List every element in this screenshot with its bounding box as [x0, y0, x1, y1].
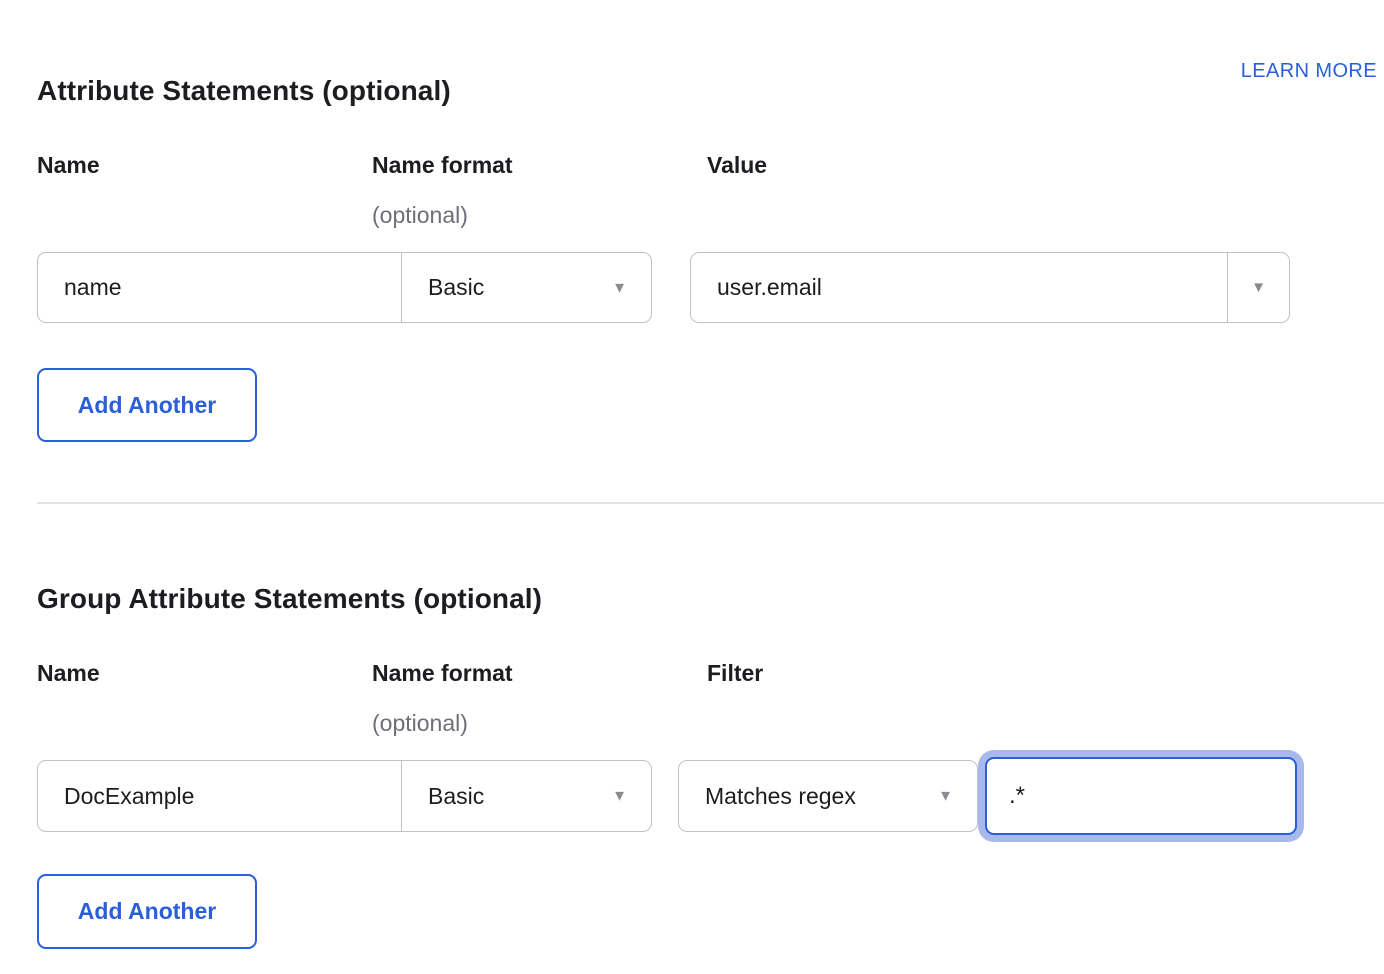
column-header-name-format-note: (optional)	[372, 202, 468, 229]
section-divider	[37, 502, 1384, 504]
learn-more-link[interactable]: LEARN MORE	[1241, 60, 1377, 83]
attribute-name-and-format-group: Basic ▼	[37, 252, 652, 323]
saml-attribute-settings-page: Attribute Statements (optional) LEARN MO…	[0, 0, 1384, 974]
attribute-value-group: ▼	[690, 252, 1290, 323]
add-another-attribute-button[interactable]: Add Another	[37, 368, 257, 442]
group-name-format-select[interactable]: Basic ▼	[402, 761, 651, 831]
name-format-select[interactable]: Basic ▼	[402, 253, 651, 322]
chevron-down-icon: ▼	[938, 789, 953, 804]
group-column-header-name-format-note: (optional)	[372, 710, 468, 737]
attribute-name-input[interactable]	[38, 253, 401, 322]
group-filter-type-select[interactable]: Matches regex ▼	[678, 760, 978, 832]
group-column-header-name-format: Name format	[372, 660, 513, 687]
group-filter-type-selected-value: Matches regex	[679, 783, 856, 810]
chevron-down-icon: ▼	[612, 789, 627, 804]
name-format-selected-value: Basic	[402, 274, 484, 301]
attribute-value-dropdown-button[interactable]: ▼	[1227, 253, 1289, 322]
attribute-value-input[interactable]	[691, 253, 1227, 322]
column-header-value: Value	[707, 152, 767, 179]
column-header-name-format: Name format	[372, 152, 513, 179]
add-another-group-attribute-button[interactable]: Add Another	[37, 874, 257, 949]
attribute-statements-title: Attribute Statements (optional)	[37, 75, 451, 107]
chevron-down-icon: ▼	[1251, 280, 1266, 295]
group-attribute-statements-title: Group Attribute Statements (optional)	[37, 583, 542, 615]
group-attribute-name-input[interactable]	[38, 761, 401, 831]
group-column-header-filter: Filter	[707, 660, 763, 687]
group-name-format-selected-value: Basic	[402, 783, 484, 810]
chevron-down-icon: ▼	[612, 280, 627, 295]
group-filter-value-input[interactable]	[985, 757, 1297, 835]
group-column-header-name: Name	[37, 660, 100, 687]
column-header-name: Name	[37, 152, 100, 179]
group-name-and-format-group: Basic ▼	[37, 760, 652, 832]
